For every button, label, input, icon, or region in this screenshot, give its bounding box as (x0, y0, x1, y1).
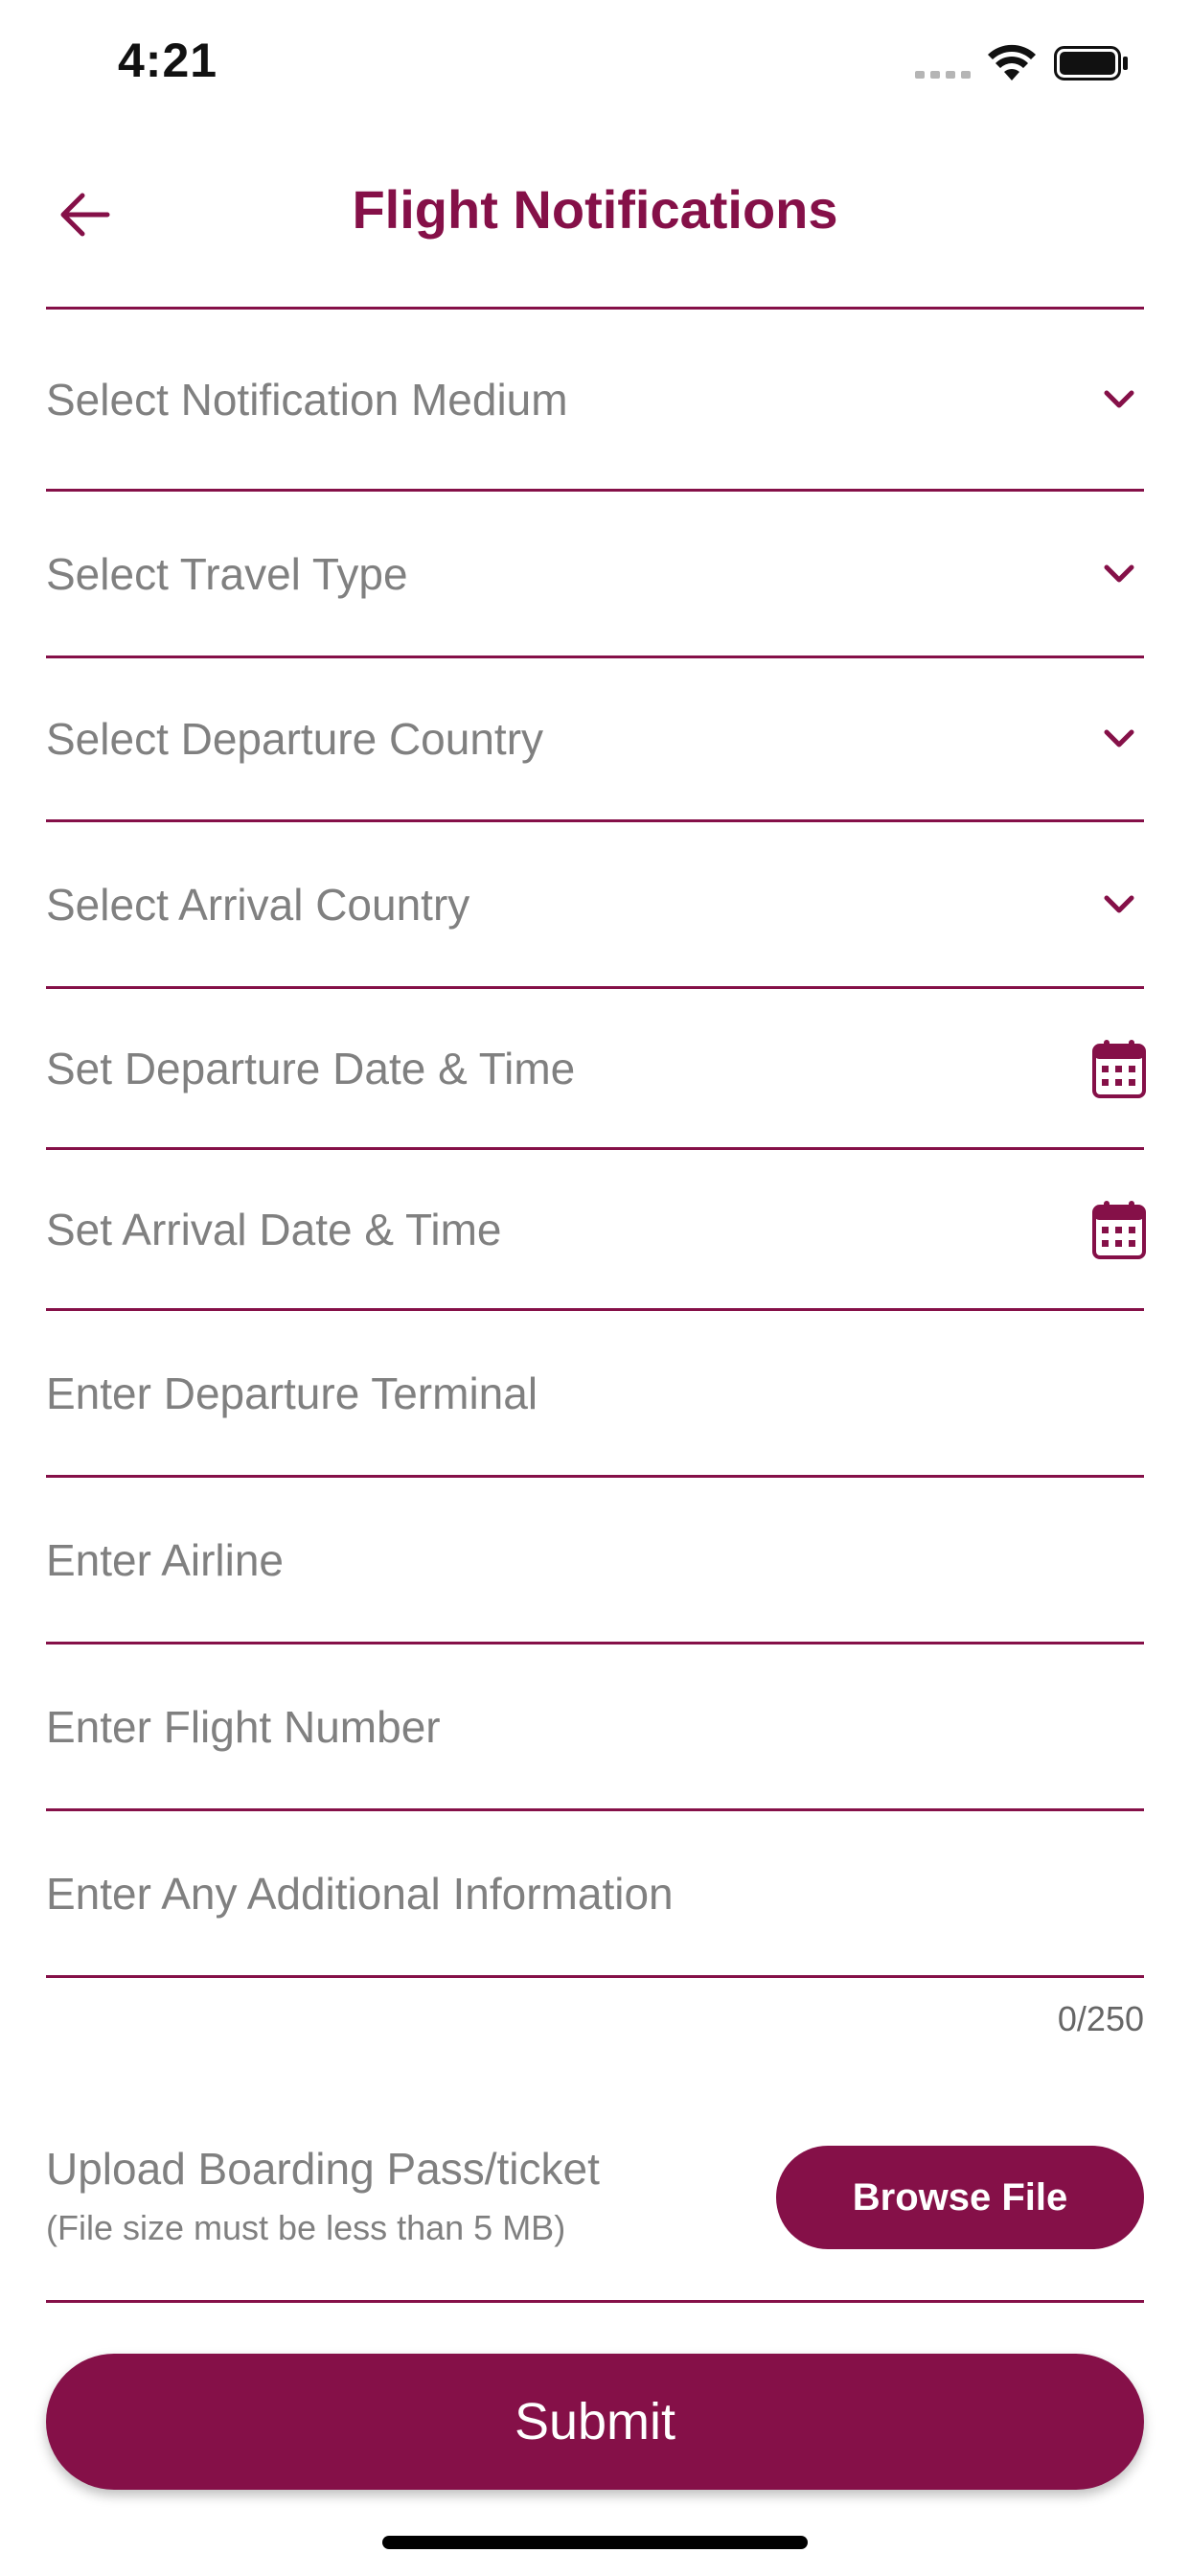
airline-placeholder: Enter Airline (46, 1534, 285, 1585)
upload-label: Upload Boarding Pass/ticket (46, 2144, 600, 2194)
departure-datetime-label: Set Departure Date & Time (46, 1043, 576, 1093)
additional-info-placeholder: Enter Any Additional Information (46, 1868, 674, 1919)
departure-terminal-placeholder: Enter Departure Terminal (46, 1368, 538, 1418)
flight-number-input[interactable]: Enter Flight Number (46, 1644, 1144, 1811)
browse-file-button[interactable]: Browse File (776, 2146, 1144, 2249)
status-time: 4:21 (118, 34, 218, 87)
departure-country-select[interactable]: Select Departure Country (46, 658, 1144, 822)
travel-type-select[interactable]: Select Travel Type (46, 492, 1144, 658)
home-indicator (382, 2536, 808, 2549)
calendar-icon[interactable] (1090, 1039, 1148, 1098)
arrival-datetime-label: Set Arrival Date & Time (46, 1204, 502, 1254)
additional-info-textarea[interactable]: Enter Any Additional Information (46, 1811, 1144, 1978)
cellular-signal-icon (915, 71, 971, 79)
flight-number-placeholder: Enter Flight Number (46, 1701, 441, 1752)
chevron-down-icon (1090, 371, 1148, 428)
submit-button[interactable]: Submit (46, 2354, 1144, 2490)
departure-datetime-field[interactable]: Set Departure Date & Time (46, 989, 1146, 1150)
status-bar: 4:21 (0, 0, 1190, 126)
page-title: Flight Notifications (352, 179, 838, 240)
airline-input[interactable]: Enter Airline (46, 1478, 1144, 1644)
chevron-down-icon (1090, 545, 1148, 603)
arrival-country-select[interactable]: Select Arrival Country (46, 822, 1144, 989)
upload-section: Upload Boarding Pass/ticket (File size m… (46, 2108, 1144, 2303)
character-counter: 0/250 (1057, 1999, 1144, 2038)
arrival-country-label: Select Arrival Country (46, 879, 470, 930)
battery-icon (1054, 46, 1128, 80)
wifi-icon (988, 44, 1036, 80)
travel-type-label: Select Travel Type (46, 548, 408, 599)
chevron-down-icon (1090, 876, 1148, 933)
arrival-datetime-field[interactable]: Set Arrival Date & Time (46, 1150, 1146, 1311)
notification-medium-select[interactable]: Select Notification Medium (46, 310, 1144, 492)
navigation-bar: Flight Notifications (0, 144, 1190, 273)
upload-size-hint: (File size must be less than 5 MB) (46, 2208, 566, 2247)
chevron-down-icon (1090, 710, 1148, 768)
departure-terminal-input[interactable]: Enter Departure Terminal (46, 1311, 1144, 1478)
departure-country-label: Select Departure Country (46, 714, 544, 764)
calendar-icon[interactable] (1090, 1200, 1148, 1259)
notification-medium-label: Select Notification Medium (46, 374, 568, 425)
